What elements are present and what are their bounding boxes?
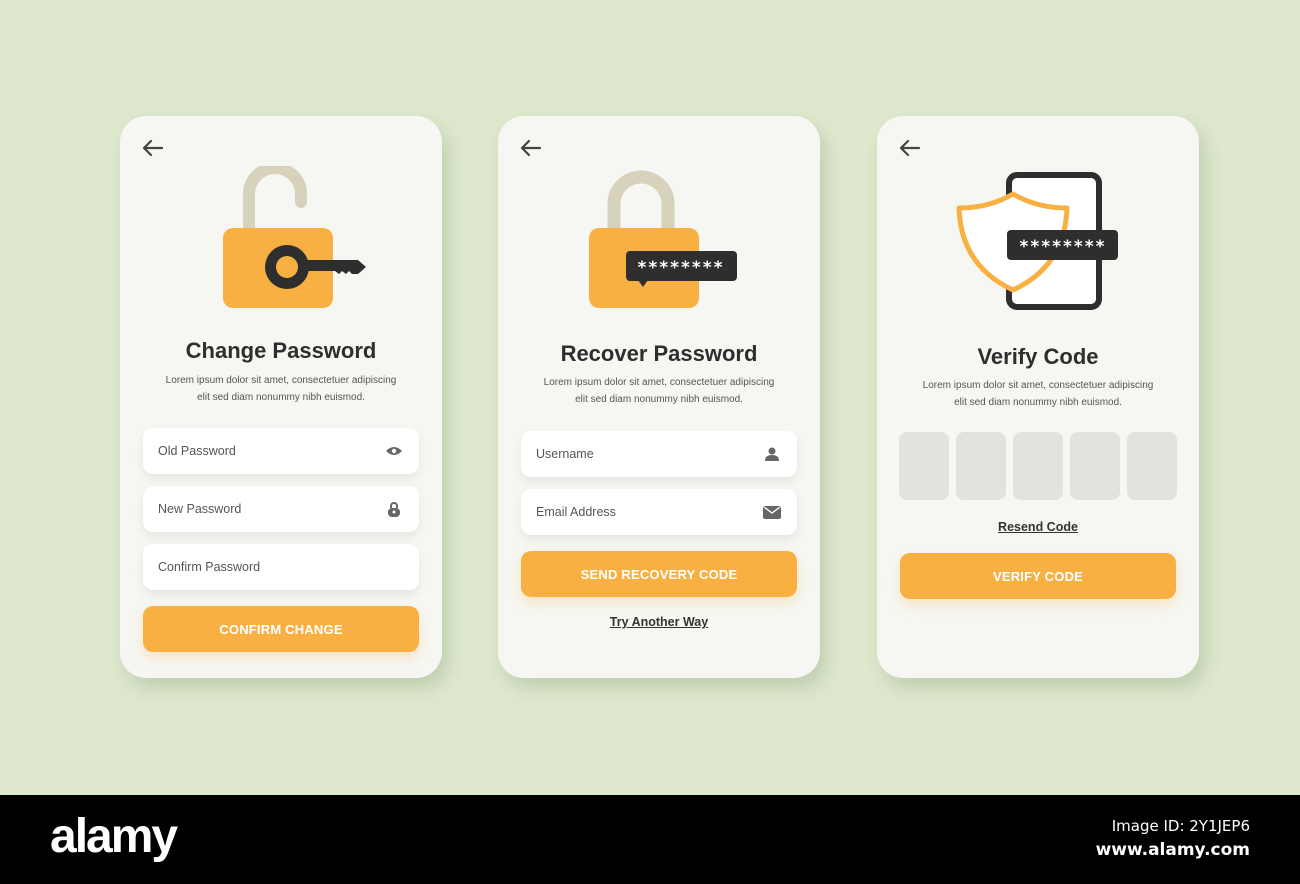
send-recovery-code-button[interactable]: SEND RECOVERY CODE bbox=[521, 551, 797, 597]
arrow-left-icon bbox=[899, 139, 921, 157]
description-line: Lorem ipsum dolor sit amet, consectetuer… bbox=[543, 377, 775, 388]
new-password-field[interactable]: New Password bbox=[143, 486, 419, 532]
description-line: elit sed diam nonummy nibh euismod. bbox=[575, 394, 743, 405]
try-another-way-link[interactable]: Try Another Way bbox=[498, 615, 820, 629]
website-label: www.alamy.com bbox=[1095, 840, 1250, 860]
page-title: Verify Code bbox=[977, 344, 1099, 369]
back-button[interactable] bbox=[518, 138, 544, 158]
email-address-placeholder: Email Address bbox=[536, 505, 616, 519]
padlock-with-password-bubble-illustration: ******** bbox=[589, 170, 737, 308]
page-title: Recover Password bbox=[560, 341, 758, 366]
email-address-field[interactable]: Email Address bbox=[521, 489, 797, 535]
confirm-password-placeholder: Confirm Password bbox=[158, 560, 261, 574]
back-button[interactable] bbox=[140, 138, 166, 158]
description-line: elit sed diam nonummy nibh euismod. bbox=[954, 397, 1122, 408]
envelope-icon bbox=[763, 503, 781, 521]
description: Lorem ipsum dolor sit amet, consectetuer… bbox=[150, 372, 412, 406]
alamy-logo: alamy bbox=[50, 810, 178, 863]
image-id-label: Image ID: 2Y1JEP6 bbox=[1111, 817, 1250, 835]
password-mask-text: ******** bbox=[1019, 237, 1106, 257]
description-line: Lorem ipsum dolor sit amet, consectetuer… bbox=[165, 375, 397, 386]
canvas-background: Change Password Lorem ipsum dolor sit am… bbox=[0, 0, 1300, 795]
description-line: Lorem ipsum dolor sit amet, consectetuer… bbox=[922, 380, 1154, 391]
arrow-left-icon bbox=[520, 139, 542, 157]
username-placeholder: Username bbox=[536, 447, 594, 461]
shield-and-phone-illustration: ******** bbox=[956, 172, 1118, 310]
new-password-placeholder: New Password bbox=[158, 502, 242, 516]
user-icon bbox=[763, 445, 781, 463]
verification-code-inputs bbox=[899, 432, 1177, 500]
confirm-password-field[interactable]: Confirm Password bbox=[143, 544, 419, 590]
eye-icon[interactable] bbox=[385, 442, 403, 460]
page-title: Change Password bbox=[185, 338, 377, 363]
unlocked-padlock-with-key-illustration bbox=[223, 166, 366, 308]
arrow-left-icon bbox=[142, 139, 164, 157]
code-digit-input[interactable] bbox=[1127, 432, 1177, 500]
code-digit-input[interactable] bbox=[956, 432, 1006, 500]
password-mask-text: ******** bbox=[637, 258, 724, 278]
resend-code-link[interactable]: Resend Code bbox=[877, 520, 1199, 534]
username-field[interactable]: Username bbox=[521, 431, 797, 477]
footer-bar: alamy Image ID: 2Y1JEP6 www.alamy.com bbox=[0, 795, 1300, 884]
lock-icon bbox=[385, 500, 403, 518]
old-password-field[interactable]: Old Password bbox=[143, 428, 419, 474]
verify-code-screen: ******** Verify Code Lorem ipsum dolor s… bbox=[877, 116, 1199, 678]
code-digit-input[interactable] bbox=[1070, 432, 1120, 500]
recover-password-screen: ******** Recover Password Lorem ipsum do… bbox=[498, 116, 820, 678]
code-digit-input[interactable] bbox=[1013, 432, 1063, 500]
confirm-change-button[interactable]: CONFIRM CHANGE bbox=[143, 606, 419, 652]
verify-code-button[interactable]: VERIFY CODE bbox=[900, 553, 1176, 599]
description: Lorem ipsum dolor sit amet, consectetuer… bbox=[907, 377, 1169, 411]
back-button[interactable] bbox=[897, 138, 923, 158]
old-password-placeholder: Old Password bbox=[158, 444, 236, 458]
code-digit-input[interactable] bbox=[899, 432, 949, 500]
description-line: elit sed diam nonummy nibh euismod. bbox=[197, 392, 365, 403]
change-password-screen: Change Password Lorem ipsum dolor sit am… bbox=[120, 116, 442, 678]
description: Lorem ipsum dolor sit amet, consectetuer… bbox=[528, 374, 790, 408]
